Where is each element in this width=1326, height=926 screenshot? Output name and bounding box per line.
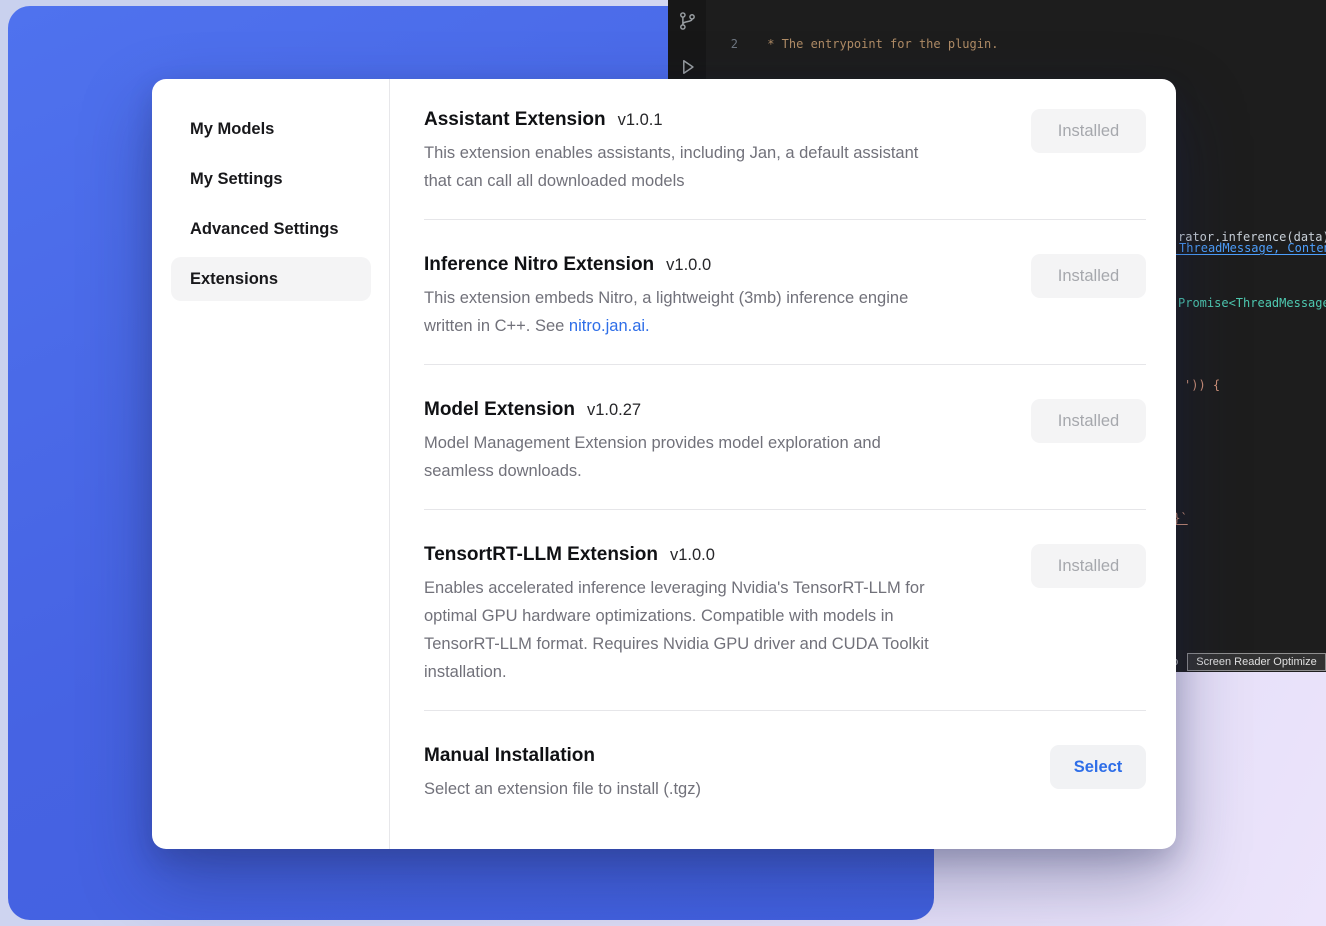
extension-section-model: Model Extension v1.0.27 Model Management… (424, 365, 1146, 510)
description-line: TensorRT-LLM format. Requires Nvidia GPU… (424, 630, 1031, 658)
select-button[interactable]: Select (1050, 745, 1146, 789)
extension-description: Model Management Extension provides mode… (424, 429, 1031, 485)
code-text: * The entrypoint for the plugin. (760, 36, 998, 53)
description-line: that can call all downloaded models (424, 167, 1031, 195)
code-line: 2 * The entrypoint for the plugin. (706, 36, 1326, 53)
extension-description: This extension enables assistants, inclu… (424, 139, 1031, 195)
description-line: This extension enables assistants, inclu… (424, 139, 1031, 167)
code-fragment-1: rator.inference(data)); (1178, 230, 1326, 244)
line-number: 2 (706, 36, 738, 53)
description-line: written in C++. See nitro.jan.ai. (424, 312, 1031, 340)
extension-title: Inference Nitro Extension (424, 254, 654, 276)
extension-description: Enables accelerated inference leveraging… (424, 574, 1031, 686)
extension-version: v1.0.0 (670, 546, 715, 565)
description-line: installation. (424, 658, 1031, 686)
extension-section-assistant: Assistant Extension v1.0.1 This extensio… (424, 109, 1146, 220)
code-fragment-2: Promise<ThreadMessage> (1178, 296, 1326, 310)
extension-section-tensorrt-llm: TensortRT-LLM Extension v1.0.0 Enables a… (424, 510, 1146, 711)
manual-installation-title: Manual Installation (424, 745, 595, 767)
extension-title: Model Extension (424, 399, 575, 421)
manual-installation-section: Manual Installation Select an extension … (424, 711, 1146, 827)
run-debug-icon[interactable] (676, 56, 698, 78)
extension-title: TensortRT-LLM Extension (424, 544, 658, 566)
installed-button[interactable]: Installed (1031, 399, 1146, 443)
screen-reader-chip[interactable]: Screen Reader Optimize (1187, 653, 1325, 671)
extensions-list: Assistant Extension v1.0.1 This extensio… (390, 79, 1176, 849)
installed-button[interactable]: Installed (1031, 109, 1146, 153)
sidebar-item-my-models[interactable]: My Models (171, 107, 371, 151)
installed-button[interactable]: Installed (1031, 254, 1146, 298)
source-control-icon[interactable] (676, 10, 698, 32)
sidebar-item-advanced-settings[interactable]: Advanced Settings (171, 207, 371, 251)
extension-version: v1.0.1 (618, 111, 663, 130)
description-text: written in C++. See (424, 317, 569, 335)
description-line: Model Management Extension provides mode… (424, 429, 1031, 457)
extension-section-inference-nitro: Inference Nitro Extension v1.0.0 This ex… (424, 220, 1146, 365)
extension-description: This extension embeds Nitro, a lightweig… (424, 284, 1031, 340)
manual-installation-description: Select an extension file to install (.tg… (424, 775, 1050, 803)
screen: 2 * The entrypoint for the plugin. 3 */ … (0, 0, 1326, 926)
nitro-link[interactable]: nitro.jan.ai. (569, 317, 650, 335)
description-line: Enables accelerated inference leveraging… (424, 574, 1031, 602)
extension-title: Assistant Extension (424, 109, 606, 131)
description-line: This extension embeds Nitro, a lightweig… (424, 284, 1031, 312)
extension-version: v1.0.27 (587, 401, 641, 420)
extension-version: v1.0.0 (666, 256, 711, 275)
installed-button[interactable]: Installed (1031, 544, 1146, 588)
code-fragment-3: ')) { (1184, 378, 1220, 392)
settings-sidebar: My Models My Settings Advanced Settings … (152, 79, 390, 849)
sidebar-item-extensions[interactable]: Extensions (171, 257, 371, 301)
description-line: optimal GPU hardware optimizations. Comp… (424, 602, 1031, 630)
notification-toast: go Screen Reader Optimize (1160, 650, 1326, 672)
settings-modal: My Models My Settings Advanced Settings … (152, 79, 1176, 849)
sidebar-item-my-settings[interactable]: My Settings (171, 157, 371, 201)
description-line: seamless downloads. (424, 457, 1031, 485)
description-line: Select an extension file to install (.tg… (424, 775, 1050, 803)
